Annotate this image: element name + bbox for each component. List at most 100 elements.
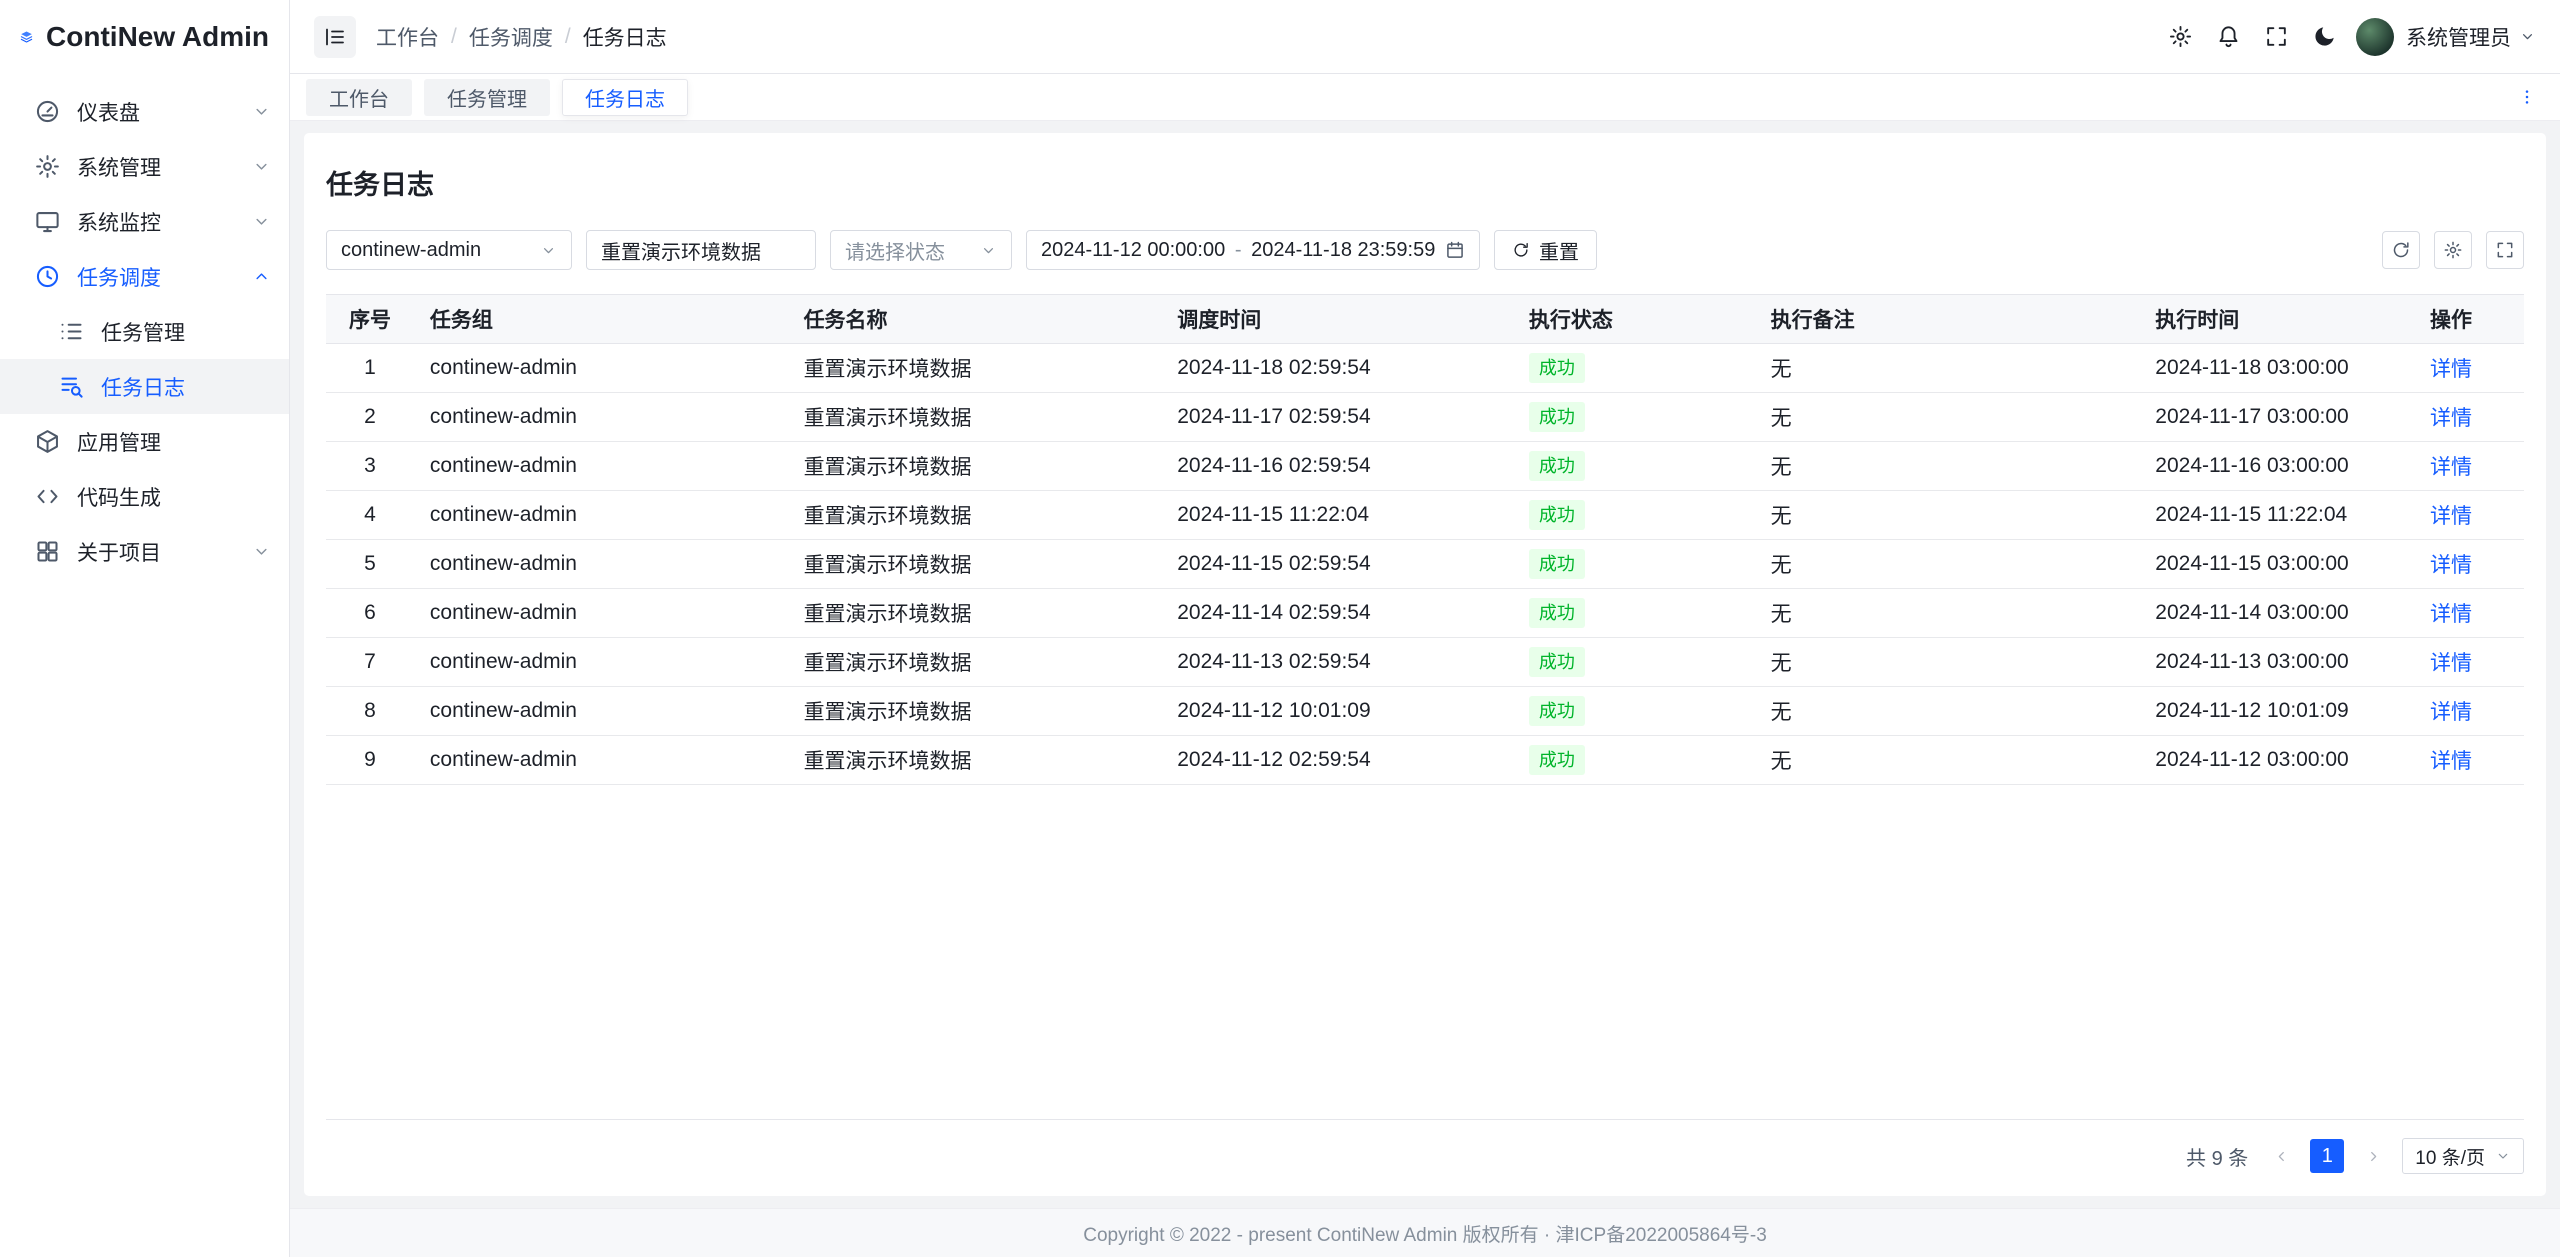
cell-status: 成功	[1513, 589, 1755, 638]
sidebar-item-system-management[interactable]: 系统管理	[0, 139, 289, 194]
status-badge: 成功	[1529, 696, 1585, 727]
chevron-down-icon	[252, 157, 271, 176]
cell-schedule-time: 2024-11-15 02:59:54	[1161, 540, 1513, 589]
task-log-table: 序号任务组任务名称调度时间执行状态执行备注执行时间操作 1continew-ad…	[326, 294, 2524, 785]
tab-more-button[interactable]	[2510, 80, 2544, 114]
cell-action: 详情	[2414, 442, 2524, 491]
breadcrumb-item[interactable]: 任务日志	[583, 22, 667, 52]
reset-button[interactable]: 重置	[1494, 230, 1597, 270]
sidebar-item-dashboard[interactable]: 仪表盘	[0, 84, 289, 139]
cell-schedule-time: 2024-11-12 10:01:09	[1161, 687, 1513, 736]
table-settings-button[interactable]	[2434, 231, 2472, 269]
cell-note: 无	[1755, 344, 2140, 393]
detail-link[interactable]: 详情	[2430, 554, 2472, 577]
sidebar-item-task-management[interactable]: 任务管理	[0, 304, 289, 359]
gear-icon	[2168, 24, 2193, 49]
cell-schedule-time: 2024-11-12 02:59:54	[1161, 736, 1513, 785]
table-fullscreen-button[interactable]	[2486, 231, 2524, 269]
content-area: 任务日志 continew-admin 请选择状态 2024-11-12 00:…	[290, 121, 2560, 1208]
cell-name: 重置演示环境数据	[788, 687, 1162, 736]
fullscreen-button[interactable]	[2252, 13, 2300, 61]
cell-note: 无	[1755, 442, 2140, 491]
table-row: 3continew-admin重置演示环境数据2024-11-16 02:59:…	[326, 442, 2524, 491]
task-name-input[interactable]	[586, 230, 816, 270]
clock-icon	[34, 263, 61, 290]
cell-group: continew-admin	[414, 344, 788, 393]
sidebar-item-code-generation[interactable]: 代码生成	[0, 469, 289, 524]
code-icon	[34, 483, 61, 510]
footer: Copyright © 2022 - present ContiNew Admi…	[290, 1208, 2560, 1257]
cell-exec-time: 2024-11-16 03:00:00	[2139, 442, 2414, 491]
table-refresh-button[interactable]	[2382, 231, 2420, 269]
user-menu[interactable]: 系统管理员	[2406, 22, 2536, 52]
sidebar-item-system-monitor[interactable]: 系统监控	[0, 194, 289, 249]
next-page-button[interactable]	[2356, 1139, 2390, 1173]
chevron-down-icon	[252, 102, 271, 121]
chevron-down-icon	[2519, 28, 2536, 45]
tab-task-log[interactable]: 任务日志	[562, 79, 688, 116]
cell-index: 2	[326, 393, 414, 442]
chevron-right-icon	[2365, 1148, 2382, 1165]
breadcrumb-separator: /	[451, 25, 457, 49]
breadcrumb-item[interactable]: 任务调度	[469, 22, 553, 52]
detail-link[interactable]: 详情	[2430, 652, 2472, 675]
sidebar-item-task-log[interactable]: 任务日志	[0, 359, 289, 414]
cell-index: 1	[326, 344, 414, 393]
cell-group: continew-admin	[414, 491, 788, 540]
cell-action: 详情	[2414, 491, 2524, 540]
cell-exec-time: 2024-11-12 10:01:09	[2139, 687, 2414, 736]
cell-note: 无	[1755, 540, 2140, 589]
tab-workbench[interactable]: 工作台	[306, 79, 412, 116]
detail-link[interactable]: 详情	[2430, 407, 2472, 430]
detail-link[interactable]: 详情	[2430, 456, 2472, 479]
cell-index: 4	[326, 491, 414, 540]
sidebar-collapse-button[interactable]	[314, 16, 356, 58]
sidebar-item-label: 关于项目	[77, 537, 236, 567]
cell-action: 详情	[2414, 540, 2524, 589]
table-row: 8continew-admin重置演示环境数据2024-11-12 10:01:…	[326, 687, 2524, 736]
bell-icon	[2216, 24, 2241, 49]
sidebar-item-label: 任务日志	[101, 372, 271, 402]
page-size-select[interactable]: 10 条/页	[2402, 1138, 2524, 1174]
breadcrumb-item[interactable]: 工作台	[376, 22, 439, 52]
detail-link[interactable]: 详情	[2430, 701, 2472, 724]
cell-status: 成功	[1513, 638, 1755, 687]
detail-link[interactable]: 详情	[2430, 603, 2472, 626]
sidebar-item-label: 任务管理	[101, 317, 271, 347]
pagination-total: 共 9 条	[2186, 1142, 2248, 1171]
cell-schedule-time: 2024-11-15 11:22:04	[1161, 491, 1513, 540]
sidebar-item-app-management[interactable]: 应用管理	[0, 414, 289, 469]
cell-group: continew-admin	[414, 393, 788, 442]
cell-action: 详情	[2414, 344, 2524, 393]
task-group-select[interactable]: continew-admin	[326, 230, 572, 270]
app-title: ContiNew Admin	[46, 21, 269, 53]
task-log-card: 任务日志 continew-admin 请选择状态 2024-11-12 00:…	[304, 133, 2546, 1196]
table-row: 6continew-admin重置演示环境数据2024-11-14 02:59:…	[326, 589, 2524, 638]
file-search-icon	[58, 373, 85, 400]
detail-link[interactable]: 详情	[2430, 358, 2472, 381]
notifications-button[interactable]	[2204, 13, 2252, 61]
cell-exec-time: 2024-11-15 11:22:04	[2139, 491, 2414, 540]
refresh-icon	[1512, 241, 1530, 259]
status-badge: 成功	[1529, 353, 1585, 384]
date-range-picker[interactable]: 2024-11-12 00:00:00 - 2024-11-18 23:59:5…	[1026, 230, 1480, 270]
header-settings-button[interactable]	[2156, 13, 2204, 61]
chevron-down-icon	[252, 212, 271, 231]
status-select[interactable]: 请选择状态	[830, 230, 1012, 270]
prev-page-button[interactable]	[2264, 1139, 2298, 1173]
sidebar-item-task-schedule[interactable]: 任务调度	[0, 249, 289, 304]
table-row: 7continew-admin重置演示环境数据2024-11-13 02:59:…	[326, 638, 2524, 687]
detail-link[interactable]: 详情	[2430, 750, 2472, 773]
avatar[interactable]	[2356, 18, 2394, 56]
tab-task-management[interactable]: 任务管理	[424, 79, 550, 116]
sidebar: ContiNew Admin 仪表盘系统管理系统监控任务调度任务管理任务日志应用…	[0, 0, 290, 1257]
fullscreen-icon	[2264, 24, 2289, 49]
cell-status: 成功	[1513, 491, 1755, 540]
detail-link[interactable]: 详情	[2430, 505, 2472, 528]
cell-group: continew-admin	[414, 540, 788, 589]
page-1-button[interactable]: 1	[2310, 1139, 2344, 1173]
monitor-icon	[34, 208, 61, 235]
sidebar-item-about-project[interactable]: 关于项目	[0, 524, 289, 579]
dark-mode-button[interactable]	[2300, 13, 2348, 61]
cell-name: 重置演示环境数据	[788, 393, 1162, 442]
